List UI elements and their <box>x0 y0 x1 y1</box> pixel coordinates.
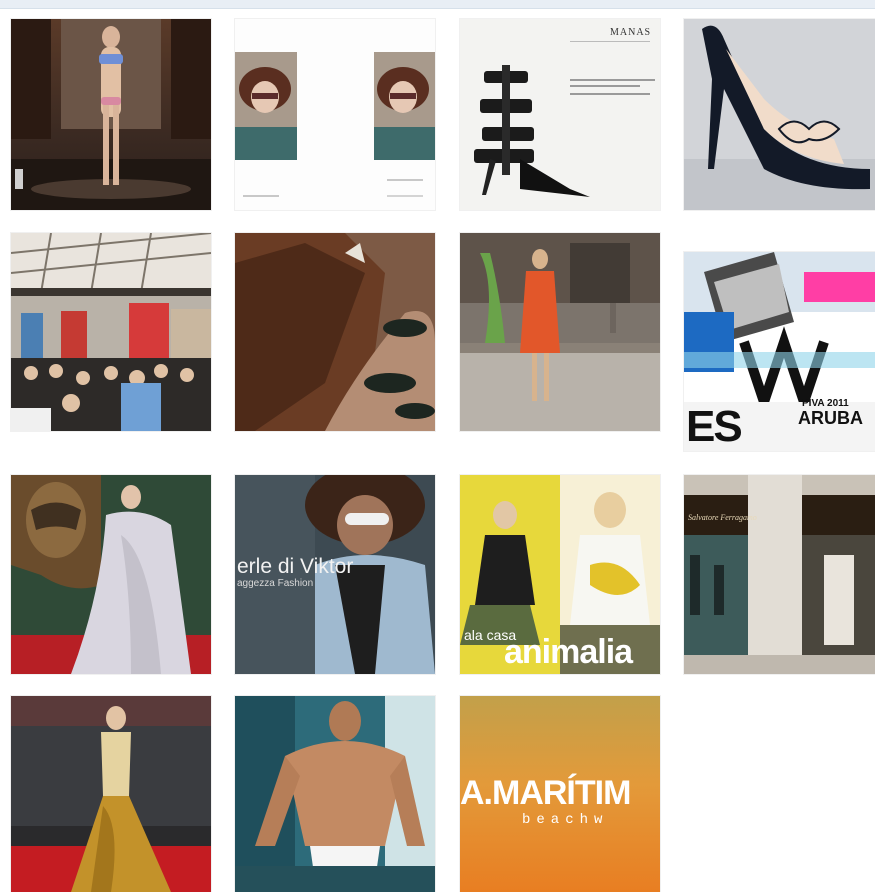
maritima-tagline-text: beachw <box>522 812 609 828</box>
gallery-thumbnail-portrait-cards[interactable] <box>235 19 435 210</box>
aruba-poster-title-text: ARUBA <box>798 408 863 428</box>
viktor-title-text: erle di Viktor <box>237 555 354 578</box>
gallery-thumbnail-orange-dress[interactable] <box>460 233 660 431</box>
ferragamo-store-image <box>684 475 875 674</box>
nail-polish-image <box>235 233 435 431</box>
orange-dress-image <box>460 233 660 431</box>
gallery-thumbnail-strappy-sandal[interactable]: MANAS <box>460 19 660 210</box>
fashion-event-crowd-image <box>11 233 211 431</box>
gallery-thumbnail-runway-model[interactable] <box>11 19 211 210</box>
strappy-sandal-image <box>460 19 660 210</box>
gold-gown-premiere-image <box>11 696 211 892</box>
ferragamo-sign-left: Salvatore Ferragamo <box>688 513 757 522</box>
gallery-thumbnail-perle-di-viktor[interactable]: erle di Viktor aggezza Fashion <box>235 475 435 674</box>
runway-model-image <box>11 19 211 210</box>
grey-gown-image <box>11 475 211 674</box>
gallery-thumbnail-aruba-poster[interactable]: PIVA 2011 ARUBA ES <box>684 252 875 451</box>
gallery-thumbnail-gold-gown-premiere[interactable] <box>11 696 211 892</box>
butterfly-stiletto-image <box>684 19 875 210</box>
gallery-thumbnail-male-swimwear[interactable] <box>235 696 435 892</box>
aruba-poster-es-text: ES <box>686 402 743 451</box>
gallery-thumbnail-nail-polish[interactable] <box>235 233 435 431</box>
animalia-title-text: animalia <box>504 633 633 671</box>
maritima-logo-text: A.MARÍTIM <box>460 774 631 812</box>
viktor-subtitle-text: aggezza Fashion <box>237 578 314 589</box>
gallery-thumbnail-fashion-event-crowd[interactable] <box>11 233 211 431</box>
gallery-thumbnail-ferragamo-store[interactable]: Salvatore Ferragamo <box>684 475 875 674</box>
gallery-thumbnail-grey-gown[interactable] <box>11 475 211 674</box>
gallery-thumbnail-maritima-beachwear[interactable]: A.MARÍTIM beachw <box>460 696 660 892</box>
portrait-cards-image <box>235 19 435 210</box>
gallery-thumbnail-butterfly-stiletto[interactable] <box>684 19 875 210</box>
male-swimwear-image <box>235 696 435 892</box>
page-header-strip <box>0 0 875 9</box>
sandal-ad-heading: MANAS <box>610 27 652 38</box>
gallery-thumbnail-animalia-spread[interactable]: ala casa animalia <box>460 475 660 674</box>
